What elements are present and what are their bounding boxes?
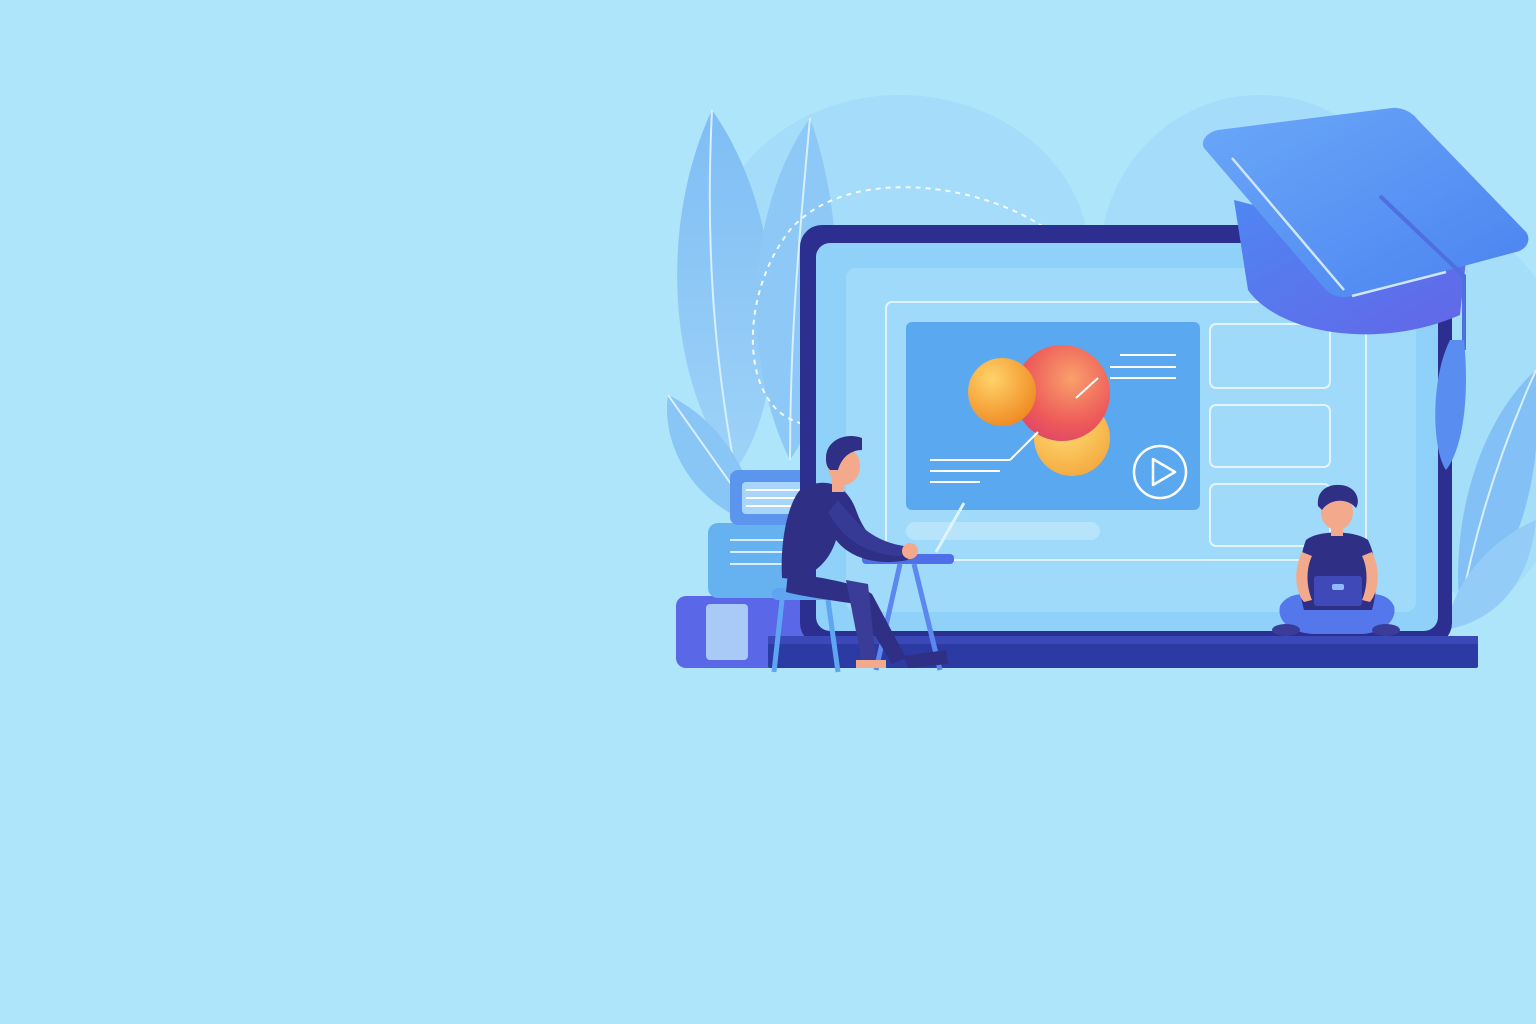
online-education-illustration <box>666 95 1536 673</box>
